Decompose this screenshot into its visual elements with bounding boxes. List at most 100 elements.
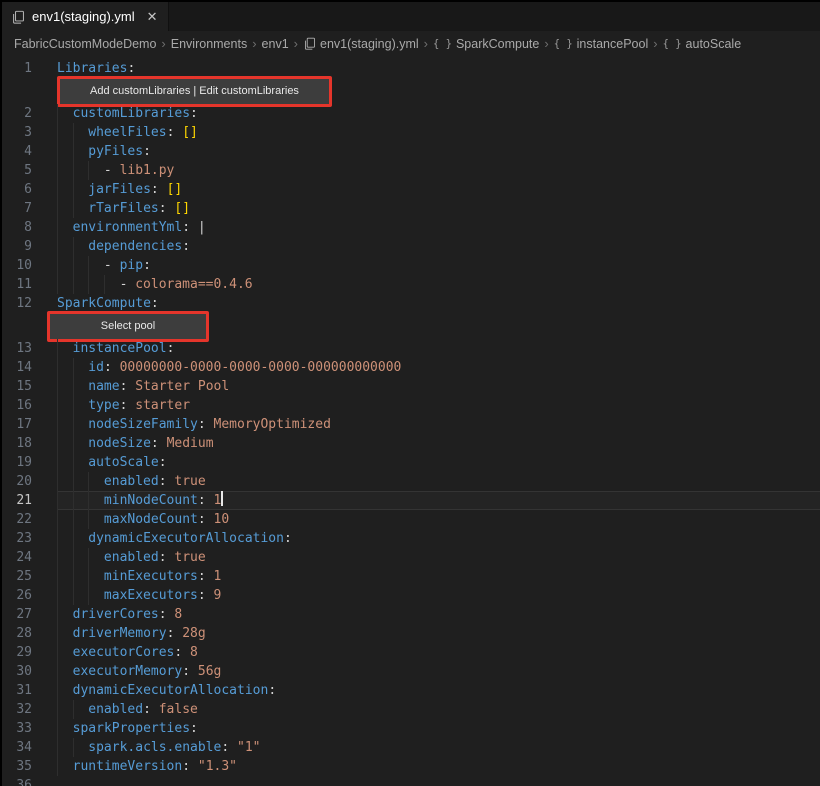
code-token: type <box>88 398 120 413</box>
indent-guide <box>72 472 89 491</box>
indent-guide <box>88 161 104 180</box>
code-token: 1 <box>213 569 222 584</box>
code-line[interactable]: 15 name: Starter Pool <box>2 377 820 396</box>
code-line[interactable]: 5 - lib1.py <box>2 161 820 180</box>
line-number: 7 <box>24 201 32 216</box>
code-line[interactable]: 35 runtimeVersion: "1.3" <box>2 757 820 776</box>
code-line[interactable]: 23 dynamicExecutorAllocation: <box>2 529 820 548</box>
code-line[interactable]: 31 dynamicExecutorAllocation: <box>2 681 820 700</box>
code-line[interactable]: 30 executorMemory: 56g <box>2 662 820 681</box>
code-line[interactable]: 7 rTarFiles: [] <box>2 199 820 218</box>
indent-guide <box>72 358 89 377</box>
code-token: Medium <box>166 436 214 451</box>
code-token: : <box>190 721 198 736</box>
code-line[interactable]: 28 driverMemory: 28g <box>2 624 820 643</box>
code-line[interactable]: 14 id: 00000000-0000-0000-0000-0000000000… <box>2 358 820 377</box>
line-number: 31 <box>16 683 32 698</box>
line-number: 17 <box>16 417 32 432</box>
breadcrumb-item[interactable]: { } SparkCompute <box>433 37 539 51</box>
chevron-right-icon: › <box>252 36 257 51</box>
code-line[interactable]: 33 sparkProperties: <box>2 719 820 738</box>
code-text: dynamicExecutorAllocation: <box>57 681 820 700</box>
breadcrumb-item[interactable]: env1 <box>262 37 289 51</box>
code-line[interactable]: 25 minExecutors: 1 <box>2 567 820 586</box>
code-line[interactable]: 2 customLibraries: <box>2 104 820 123</box>
editor[interactable]: 1 Libraries: Add customLibraries | Edit cu… <box>2 56 820 786</box>
indent-guide <box>57 142 73 161</box>
code-line[interactable]: 26 maxExecutors: 9 <box>2 586 820 605</box>
object-symbol-icon: { } <box>662 37 682 50</box>
line-number: 20 <box>16 474 32 489</box>
code-line[interactable]: 4 pyFiles: <box>2 142 820 161</box>
line-number: 1 <box>24 61 32 76</box>
code-token: driverMemory <box>72 626 167 641</box>
breadcrumb-item[interactable]: env1(staging).yml <box>303 37 419 51</box>
code-line[interactable]: 8 environmentYml: | <box>2 218 820 237</box>
indent-guide <box>57 605 73 624</box>
indent-guide <box>72 256 89 275</box>
code-token: jarFiles <box>88 182 151 197</box>
code-line[interactable]: 13 instancePool: <box>2 339 820 358</box>
code-token: : <box>190 106 198 121</box>
code-line[interactable]: 3 wheelFiles: [] <box>2 123 820 142</box>
close-icon[interactable]: ✕ <box>147 9 158 25</box>
indent-guide <box>88 472 104 491</box>
breadcrumb-item[interactable]: FabricCustomModeDemo <box>14 37 156 51</box>
code-action-button[interactable]: Add customLibraries | Edit customLibrari… <box>60 78 329 104</box>
code-line[interactable]: 32 enabled: false <box>2 700 820 719</box>
code-token: maxNodeCount <box>103 512 198 527</box>
line-number: 2 <box>24 106 32 121</box>
code-line[interactable]: 27 driverCores: 8 <box>2 605 820 624</box>
code-line[interactable]: 17 nodeSizeFamily: MemoryOptimized <box>2 415 820 434</box>
code-line[interactable]: 21 minNodeCount: 1 <box>2 491 820 510</box>
code-token: : <box>143 258 151 273</box>
line-number: 6 <box>24 182 32 197</box>
code-line[interactable]: 19 autoScale: <box>2 453 820 472</box>
breadcrumb-item[interactable]: { } autoScale <box>663 37 742 51</box>
code-line[interactable]: 20 enabled: true <box>2 472 820 491</box>
breadcrumb-item[interactable]: Environments <box>171 37 247 51</box>
code-token: : <box>166 626 183 641</box>
breadcrumb-label: instancePool <box>576 36 649 51</box>
code-line[interactable]: 18 nodeSize: Medium <box>2 434 820 453</box>
indent-guide <box>57 529 73 548</box>
indent-guide <box>57 548 73 567</box>
line-number: 10 <box>16 258 32 273</box>
code-text: driverMemory: 28g <box>57 624 820 643</box>
code-line[interactable]: 22 maxNodeCount: 10 <box>2 510 820 529</box>
line-number: 9 <box>24 239 32 254</box>
breadcrumb-item[interactable]: { } instancePool <box>554 37 649 51</box>
code-line[interactable]: 16 type: starter <box>2 396 820 415</box>
code-token: executorCores <box>72 645 175 660</box>
code-line[interactable]: 34 spark.acls.enable: "1" <box>2 738 820 757</box>
code-line[interactable]: 36 <box>2 776 820 786</box>
code-line[interactable]: 6 jarFiles: [] <box>2 180 820 199</box>
line-number: 5 <box>24 163 32 178</box>
code-line[interactable]: 10 - pip: <box>2 256 820 275</box>
chevron-right-icon: › <box>161 36 166 51</box>
code-token: dynamicExecutorAllocation <box>88 531 284 546</box>
indent-guide <box>57 624 73 643</box>
code-line[interactable]: 11 - colorama==0.4.6 <box>2 275 820 294</box>
code-token: : <box>268 683 277 698</box>
code-token: [] <box>182 125 198 140</box>
code-token: : <box>158 455 167 470</box>
code-text: pyFiles: <box>57 142 820 161</box>
code-token: runtimeVersion <box>72 759 183 774</box>
code-token: pip <box>119 258 144 273</box>
code-text: sparkProperties: <box>57 719 820 738</box>
code-token: : <box>150 296 159 311</box>
editor-tab[interactable]: env1(staging).yml ✕ <box>2 2 169 31</box>
code-token: pyFiles <box>88 144 144 159</box>
code-text: jarFiles: [] <box>57 180 820 199</box>
code-text: executorCores: 8 <box>57 643 820 662</box>
line-number: 29 <box>16 645 32 660</box>
indent-guide <box>57 199 73 218</box>
code-action-button[interactable]: Select pool <box>50 313 206 339</box>
chevron-right-icon: › <box>544 36 549 51</box>
code-line[interactable]: 29 executorCores: 8 <box>2 643 820 662</box>
line-number: 19 <box>16 455 32 470</box>
code-line[interactable]: 24 enabled: true <box>2 548 820 567</box>
code-line[interactable]: 9 dependencies: <box>2 237 820 256</box>
breadcrumb-label: FabricCustomModeDemo <box>14 36 157 51</box>
